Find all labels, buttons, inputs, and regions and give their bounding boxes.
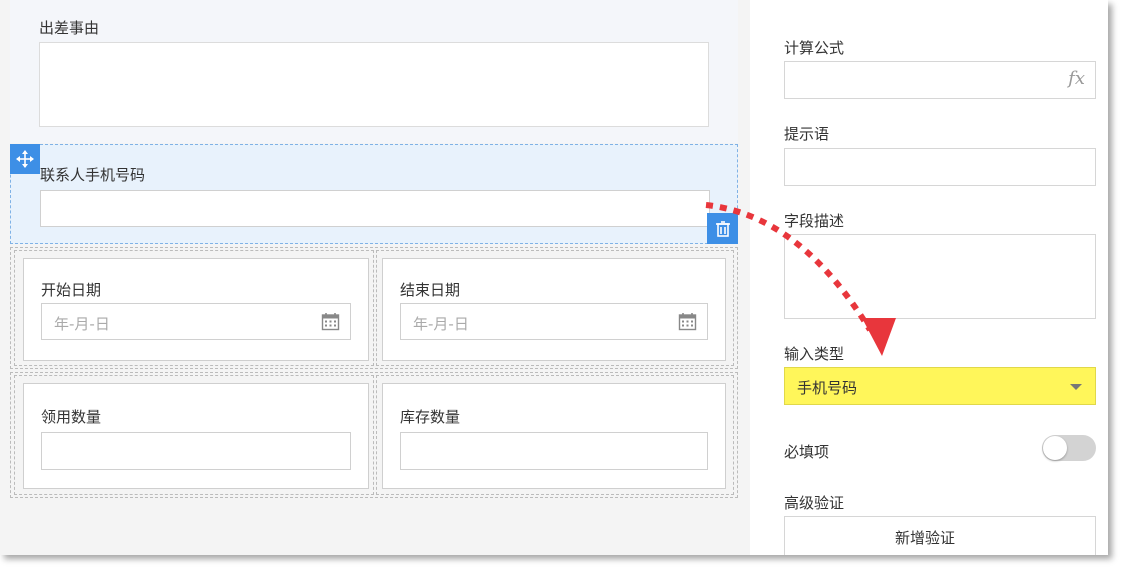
field-label: 结束日期 [400,281,461,299]
input-type-select[interactable]: 手机号码 [784,367,1096,405]
field-end-date[interactable]: 结束日期 年-月-日 [382,258,726,361]
date-placeholder: 年-月-日 [413,315,469,333]
field-label: 领用数量 [41,408,102,426]
move-icon [16,150,34,168]
advanced-validation-label: 高级验证 [784,494,845,512]
input-type-label: 输入类型 [784,345,845,363]
required-toggle[interactable] [1042,435,1096,461]
move-handle[interactable] [10,144,40,174]
hint-input[interactable] [784,148,1096,186]
required-label: 必填项 [784,443,830,461]
trash-icon [715,220,730,237]
field-label: 联系人手机号码 [40,166,146,184]
field-label: 库存数量 [400,408,461,426]
field-stock-quantity[interactable]: 库存数量 [382,383,726,489]
field-start-date[interactable]: 开始日期 年-月-日 [23,258,369,361]
field-label: 开始日期 [41,281,102,299]
formula-input[interactable]: fx [784,61,1096,99]
receive-quantity-input[interactable] [41,432,351,470]
field-contact-phone-selected[interactable]: 联系人手机号码 [10,144,738,244]
add-validation-label: 新增验证 [895,529,956,547]
description-label: 字段描述 [784,212,845,230]
contact-phone-input[interactable] [40,190,710,227]
date-placeholder: 年-月-日 [54,315,110,333]
input-type-value: 手机号码 [797,379,858,397]
start-date-input[interactable]: 年-月-日 [41,303,351,340]
formula-fx-icon[interactable]: fx [1068,68,1085,89]
field-label: 出差事由 [39,19,100,37]
toggle-knob [1043,436,1067,460]
field-receive-quantity[interactable]: 领用数量 [23,383,369,489]
add-validation-button[interactable]: 新增验证 [784,516,1096,555]
delete-field-button[interactable] [707,213,738,244]
form-canvas: 出差事由 联系人手机号码 开始日期 年-月-日 结束日期 年-月-日 领用数量 … [0,0,750,555]
hint-label: 提示语 [784,125,830,143]
stock-quantity-input[interactable] [400,432,708,470]
formula-label: 计算公式 [784,39,845,57]
properties-panel: 计算公式 fx 提示语 字段描述 输入类型 手机号码 必填项 高级验证 新增验证 [750,0,1108,555]
end-date-input[interactable]: 年-月-日 [400,303,708,340]
field-travel-reason[interactable]: 出差事由 [10,0,738,143]
caret-down-icon [1070,384,1082,390]
app-window: 出差事由 联系人手机号码 开始日期 年-月-日 结束日期 年-月-日 领用数量 … [0,0,1108,555]
description-textarea[interactable] [784,234,1096,319]
calendar-icon[interactable] [678,312,697,331]
travel-reason-textarea[interactable] [39,42,709,127]
calendar-icon[interactable] [321,312,340,331]
